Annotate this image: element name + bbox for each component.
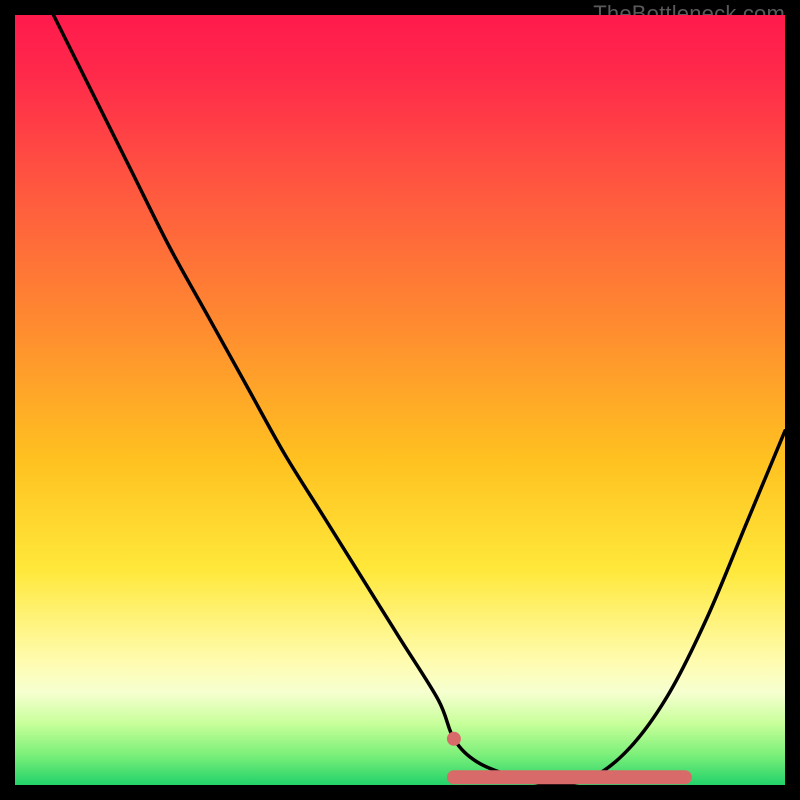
chart-frame: TheBottleneck.com [15,15,785,785]
highlight-dot-icon [447,732,461,746]
plot-area [15,15,785,785]
curve-layer [15,15,785,785]
bottleneck-curve [54,15,786,785]
